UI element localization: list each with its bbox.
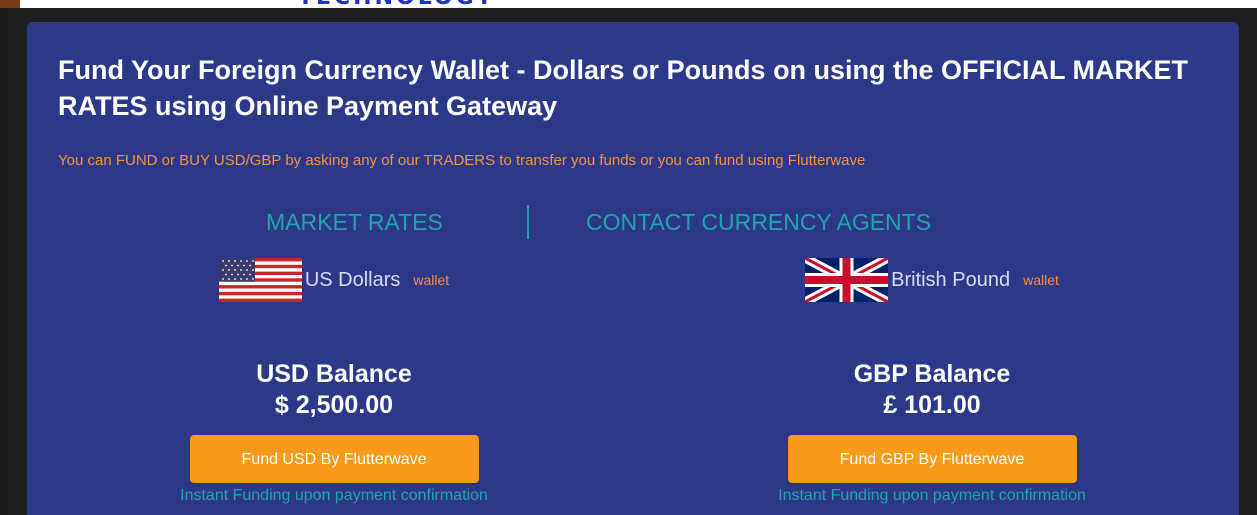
gbp-balance-value: £ 101.00 (883, 391, 981, 419)
fund-usd-button[interactable]: Fund USD By Flutterwave (189, 435, 479, 483)
funding-info-text: You can FUND or BUY USD/GBP by asking an… (58, 152, 866, 169)
logo-icon (0, 0, 20, 8)
usd-wallet-header: US Dollars wallet (74, 257, 594, 303)
gbp-wallet-header: British Pound wallet (672, 257, 1192, 303)
fund-wallet-card: Fund Your Foreign Currency Wallet - Doll… (27, 22, 1239, 515)
tabs-bar: MARKET RATES CONTACT CURRENCY AGENTS (27, 205, 1239, 245)
usd-balance-label: USD Balance (256, 360, 412, 388)
gbp-balance-label: GBP Balance (853, 360, 1011, 388)
left-edge (0, 8, 8, 515)
logo-text: TECHNOLOGY (298, 0, 495, 8)
usd-wallet-tag[interactable]: wallet (413, 268, 449, 292)
usd-wallet-name: US Dollars (304, 269, 401, 291)
us-flag-icon (218, 258, 302, 302)
top-header-strip: TECHNOLOGY (0, 0, 1257, 8)
gbp-wallet-tag[interactable]: wallet (1023, 268, 1059, 292)
uk-flag-icon (805, 258, 889, 302)
page-title: Fund Your Foreign Currency Wallet - Doll… (58, 55, 1189, 121)
tab-separator (527, 205, 529, 239)
tab-contact-currency-agents[interactable]: CONTACT CURRENCY AGENTS (586, 205, 931, 239)
usd-funding-note: Instant Funding upon payment confirmatio… (180, 487, 488, 504)
usd-balance-value: $ 2,500.00 (274, 391, 394, 419)
fund-gbp-button[interactable]: Fund GBP By Flutterwave (787, 435, 1077, 483)
usd-wallet-panel: US Dollars wallet USD Balance $ 2,500.00… (74, 257, 594, 507)
tab-market-rates[interactable]: MARKET RATES (266, 205, 443, 239)
gbp-funding-note: Instant Funding upon payment confirmatio… (778, 487, 1086, 504)
gbp-wallet-panel: British Pound wallet GBP Balance £ 101.0… (672, 257, 1192, 507)
gbp-wallet-name: British Pound (891, 269, 1011, 291)
